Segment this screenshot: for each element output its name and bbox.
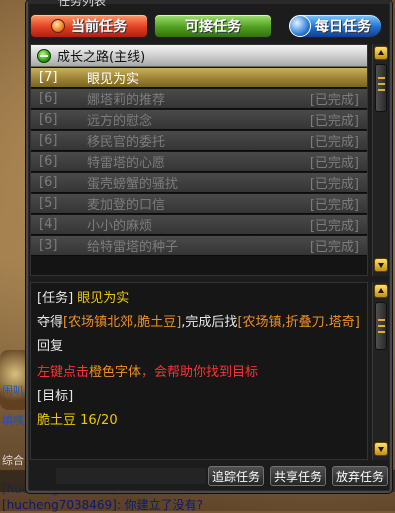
- side-label-1: 闹叭: [2, 384, 24, 397]
- complete-text: ,完成后找: [181, 315, 238, 330]
- quest-status: [已完成]: [309, 135, 359, 150]
- quest-name: 麦加登的口信: [87, 198, 166, 213]
- globe-icon: [289, 15, 311, 37]
- tab-daily-quests[interactable]: 每日任务: [289, 14, 382, 38]
- scroll-down-button[interactable]: [374, 258, 388, 272]
- quest-window: 任务列表 当前任务 可接任务 每日任务 成长之路(主线) [7] 眼见为实 [6] 娜…: [26, 0, 392, 493]
- chat-line: [hucheng7038469]: 你建立了没有?: [2, 498, 204, 512]
- quest-name: 给特雷塔的种子: [87, 240, 179, 255]
- detail-scroll-thumb[interactable]: [375, 302, 387, 350]
- quest-row[interactable]: [6] 移民官的委托 [已完成]: [31, 131, 367, 151]
- quest-tag: [任务]: [37, 291, 74, 306]
- scroll-up-button[interactable]: [374, 46, 388, 60]
- quest-row[interactable]: [4] 小小的麻烦 [已完成]: [31, 215, 367, 235]
- quest-list: 成长之路(主线) [7] 眼见为实 [6] 娜塔莉的推荐 [已完成] [6] 远方的慰念 [已…: [30, 44, 368, 276]
- quest-detail: [任务] 眼见为实 夺得[农场镇北郊,脆土豆],完成后找[农场镇,折叠刀.塔奇]…: [30, 282, 368, 460]
- detail-scroll-down-button[interactable]: [374, 442, 388, 456]
- side-label-2: 填咦: [2, 414, 24, 427]
- quest-status: [已完成]: [309, 219, 359, 234]
- quest-level: [7]: [39, 70, 58, 85]
- quest-row[interactable]: [6] 娜塔莉的推荐 [已完成]: [31, 89, 367, 109]
- quest-name: 小小的麻烦: [87, 219, 153, 234]
- hint-suffix: ，会帮助你找到目标: [141, 365, 259, 380]
- quest-name: 移民官的委托: [87, 135, 166, 150]
- quest-level: [5]: [39, 196, 58, 211]
- quest-row[interactable]: [6] 远方的慰念 [已完成]: [31, 110, 367, 130]
- quest-row[interactable]: [6] 特雷塔的心愿 [已完成]: [31, 152, 367, 172]
- quest-status: [已完成]: [309, 93, 359, 108]
- quest-name: 娜塔莉的推荐: [87, 93, 166, 108]
- tab-current-quests[interactable]: 当前任务: [30, 14, 148, 38]
- detail-scrollbar[interactable]: [372, 282, 388, 460]
- quest-status: [已完成]: [309, 198, 359, 213]
- tab-daily-label: 每日任务: [315, 19, 371, 35]
- npc-location-link[interactable]: [农场镇,折叠刀.塔奇]: [237, 315, 359, 330]
- quest-row[interactable]: [3] 给特雷塔的种子 [已完成]: [31, 236, 367, 256]
- quest-name: 眼见为实: [77, 291, 130, 306]
- quest-name: 蛋壳螃蟹的骚扰: [87, 177, 179, 192]
- quest-row[interactable]: [6] 蛋壳螃蟹的骚扰 [已完成]: [31, 173, 367, 193]
- quest-name: 眼见为实: [87, 72, 140, 87]
- quest-level: [4]: [39, 217, 58, 232]
- quest-name: 远方的慰念: [87, 114, 153, 129]
- collapse-icon[interactable]: [37, 48, 51, 63]
- obtain-location-link[interactable]: [农场镇北郊,脆土豆]: [63, 315, 181, 330]
- quest-status: [已完成]: [309, 177, 359, 192]
- tab-available-label: 可接任务: [185, 19, 241, 35]
- quest-row[interactable]: [7] 眼见为实: [31, 68, 367, 88]
- quest-name: 特雷塔的心愿: [87, 156, 166, 171]
- hint-orange: 橙色字体: [89, 365, 142, 380]
- quest-level: [6]: [39, 175, 58, 190]
- quest-level: [6]: [39, 91, 58, 106]
- current-tab-icon: [51, 19, 65, 33]
- window-footer: [56, 468, 206, 484]
- reply-label: 回复: [37, 339, 64, 354]
- scroll-thumb[interactable]: [375, 64, 387, 112]
- target-label: [目标]: [37, 389, 74, 404]
- share-quest-button[interactable]: 共享任务: [270, 466, 326, 486]
- target-progress: 脆土豆 16/20: [37, 413, 118, 428]
- detail-scroll-up-button[interactable]: [374, 284, 388, 298]
- quest-chain-title: 成长之路(主线): [57, 50, 146, 65]
- window-title: 任务列表: [58, 0, 107, 8]
- obtain-prefix: 夺得: [37, 315, 64, 330]
- quest-status: [已完成]: [309, 240, 359, 255]
- tab-current-label: 当前任务: [71, 19, 127, 35]
- quest-chain-header[interactable]: 成长之路(主线): [31, 45, 367, 67]
- quest-row[interactable]: [5] 麦加登的口信 [已完成]: [31, 194, 367, 214]
- chat-tab-all[interactable]: 综合: [2, 452, 24, 468]
- track-quest-button[interactable]: 追踪任务: [208, 466, 264, 486]
- quest-status: [已完成]: [309, 114, 359, 129]
- quest-level: [6]: [39, 112, 58, 127]
- tab-available-quests[interactable]: 可接任务: [154, 14, 272, 38]
- hint-prefix: 左键点击: [37, 365, 90, 380]
- quest-level: [6]: [39, 133, 58, 148]
- quest-level: [6]: [39, 154, 58, 169]
- quest-list-scrollbar[interactable]: [372, 44, 388, 276]
- quest-level: [3]: [39, 238, 58, 253]
- abandon-quest-button[interactable]: 放弃任务: [332, 466, 388, 486]
- quest-status: [已完成]: [309, 156, 359, 171]
